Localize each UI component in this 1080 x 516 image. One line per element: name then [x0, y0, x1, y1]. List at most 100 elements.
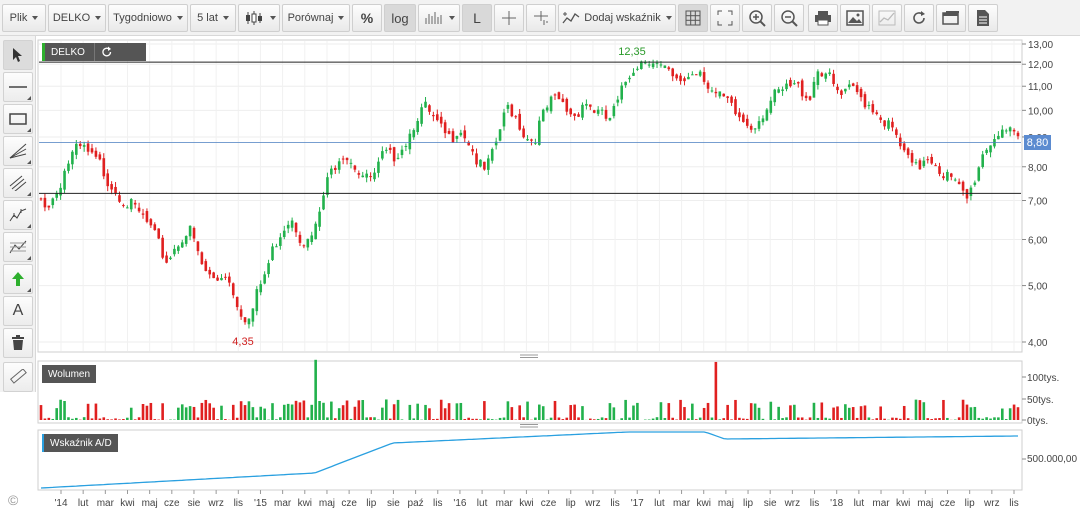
- volume-bar: [212, 407, 215, 420]
- volume-bar: [369, 417, 372, 420]
- volume-bar: [247, 401, 251, 420]
- add-indicator-button[interactable]: Dodaj wskaźnik: [558, 4, 676, 32]
- price-tick-label: 4,00: [1028, 338, 1048, 349]
- time-tick-label: maj: [917, 498, 933, 509]
- volume-bar: [600, 417, 604, 420]
- volume-bar: [424, 404, 427, 420]
- volume-bar: [769, 401, 773, 420]
- crosshair-values-button[interactable]: [526, 4, 556, 32]
- volume-bar: [938, 418, 941, 420]
- candle-body: [589, 104, 592, 107]
- fullscreen-button[interactable]: [710, 4, 740, 32]
- window-button[interactable]: [936, 4, 966, 32]
- volume-bar: [879, 406, 882, 420]
- candle-body: [855, 85, 859, 92]
- interval-select[interactable]: Tygodniowo: [108, 4, 188, 32]
- volume-bar: [608, 403, 612, 420]
- reload-tag[interactable]: [94, 43, 146, 61]
- volume-bar: [326, 417, 329, 420]
- candle-body: [969, 187, 973, 196]
- file-menu-button[interactable]: Plik: [2, 4, 46, 32]
- candle-body: [816, 71, 820, 86]
- refresh-button[interactable]: [904, 4, 934, 32]
- volume-bar: [196, 417, 200, 420]
- candle-body: [573, 113, 576, 116]
- grid-button[interactable]: [678, 4, 708, 32]
- candle-body: [796, 82, 800, 84]
- range-select[interactable]: 5 lat: [190, 4, 236, 32]
- volume-bar: [1001, 408, 1004, 420]
- volume-bar: [43, 418, 47, 420]
- volume-bar: [75, 417, 78, 420]
- candle-body: [306, 238, 310, 248]
- last-price-label: 8,80: [1027, 137, 1048, 149]
- candle-body: [514, 116, 518, 118]
- candle-body: [408, 133, 412, 150]
- chevron-down-icon: [176, 16, 183, 20]
- chart-style-icon: [878, 10, 896, 26]
- volume-bar: [961, 399, 965, 420]
- volume-bar: [718, 419, 722, 420]
- symbol-select[interactable]: DELKO: [48, 4, 106, 32]
- volume-bar: [184, 407, 188, 420]
- volume-bar: [126, 417, 129, 420]
- candle-body: [773, 89, 777, 103]
- volume-bar: [479, 419, 482, 420]
- candle-body: [443, 122, 447, 134]
- chart-type-button[interactable]: [238, 4, 280, 32]
- volume-profile-button[interactable]: [418, 4, 460, 32]
- candle-body: [604, 109, 608, 119]
- candle-body: [302, 245, 306, 247]
- chart-style-button[interactable]: [872, 4, 902, 32]
- volume-bar: [589, 418, 592, 420]
- panel-splitter[interactable]: [520, 424, 538, 428]
- volume-bar: [435, 418, 439, 420]
- candle-body: [298, 234, 302, 243]
- chevron-down-icon: [95, 16, 102, 20]
- volume-bar: [483, 401, 486, 420]
- volume-bar: [698, 417, 702, 420]
- volume-bar: [365, 417, 368, 420]
- candle-body: [424, 101, 427, 108]
- candle-body: [282, 230, 286, 238]
- crosshair-values-icon: [534, 11, 548, 25]
- volume-bar: [753, 403, 757, 420]
- panel-splitter[interactable]: [520, 354, 538, 358]
- candle-body: [632, 72, 635, 76]
- linear-scale-button[interactable]: L: [462, 4, 492, 32]
- candle-body: [506, 104, 510, 109]
- volume-bar: [628, 417, 631, 420]
- volume-bar: [239, 401, 243, 420]
- volume-bar: [122, 419, 125, 420]
- chevron-down-icon: [338, 16, 345, 20]
- volume-bar: [789, 405, 792, 420]
- candle-body: [871, 104, 875, 113]
- crosshair-button[interactable]: [494, 4, 524, 32]
- toolbar: Plik DELKO Tygodniowo 5 lat Porównaj % l…: [0, 0, 1080, 36]
- zoom-out-button[interactable]: [774, 4, 804, 32]
- zoom-in-button[interactable]: [742, 4, 772, 32]
- volume-bar: [180, 404, 184, 420]
- candle-body: [314, 223, 317, 240]
- time-tick-label: lip: [366, 498, 376, 509]
- volume-bar: [208, 403, 212, 420]
- volume-bar: [796, 417, 800, 420]
- volume-bar: [757, 407, 761, 420]
- candle-body: [694, 74, 698, 76]
- volume-bar: [443, 408, 447, 420]
- log-scale-button[interactable]: log: [384, 4, 416, 32]
- print-button[interactable]: [808, 4, 838, 32]
- chart-area[interactable]: 13,0012,0011,0010,009,008,007,006,005,00…: [0, 36, 1080, 516]
- percent-button[interactable]: %: [352, 4, 382, 32]
- ad-panel[interactable]: [37, 429, 1023, 491]
- volume-bar: [330, 401, 333, 420]
- candle-body: [102, 158, 106, 177]
- volume-bar: [549, 417, 553, 420]
- save-image-button[interactable]: [840, 4, 870, 32]
- candle-body: [345, 157, 349, 161]
- compare-button[interactable]: Porównaj: [282, 4, 350, 32]
- zoom-in-icon: [749, 10, 766, 27]
- export-document-button[interactable]: [968, 4, 998, 32]
- candle-body: [867, 104, 871, 106]
- price-panel[interactable]: [37, 39, 1023, 353]
